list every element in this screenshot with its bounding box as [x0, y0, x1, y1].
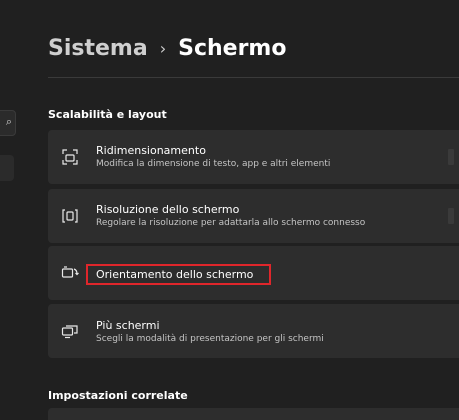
setting-card-resolution[interactable]: Risoluzione dello schermo Regolare la ri…: [48, 189, 459, 243]
breadcrumb: Sistema › Schermo: [48, 36, 286, 61]
card-title: Più schermi: [96, 319, 160, 332]
search-icon: ⌕: [5, 115, 12, 128]
section-title-scale-layout: Scalabilità e layout: [48, 108, 167, 121]
card-description: Modifica la dimensione di testo, app e a…: [96, 159, 331, 169]
multi-display-icon: [61, 325, 78, 339]
card-description: Regolare la risoluzione per adattarla al…: [96, 218, 366, 228]
chevron-right-icon: [448, 149, 454, 165]
highlight-box: [86, 264, 271, 285]
setting-card-multiple-displays[interactable]: Più schermi Scegli la modalità di presen…: [48, 304, 459, 358]
orientation-icon: [61, 266, 79, 278]
chevron-down-icon[interactable]: [448, 208, 454, 224]
settings-window: ⌕ Sistema › Schermo Scalabilità e layout…: [0, 0, 459, 420]
page-title: Schermo: [178, 36, 287, 61]
chevron-right-icon: ›: [159, 39, 167, 58]
sidebar-search-box[interactable]: ⌕: [0, 110, 16, 136]
sidebar-item-selected[interactable]: [0, 155, 14, 181]
section-title-related: Impostazioni correlate: [48, 389, 188, 402]
resize-icon: [62, 149, 78, 165]
related-setting-card[interactable]: [48, 408, 459, 420]
resolution-icon: [62, 209, 78, 223]
card-description: Scegli la modalità di presentazione per …: [96, 334, 324, 344]
setting-card-scale[interactable]: Ridimensionamento Modifica la dimensione…: [48, 130, 459, 184]
header-divider: [48, 77, 459, 78]
card-title: Ridimensionamento: [96, 144, 206, 157]
card-title: Risoluzione dello schermo: [96, 203, 240, 216]
breadcrumb-parent[interactable]: Sistema: [48, 36, 148, 61]
